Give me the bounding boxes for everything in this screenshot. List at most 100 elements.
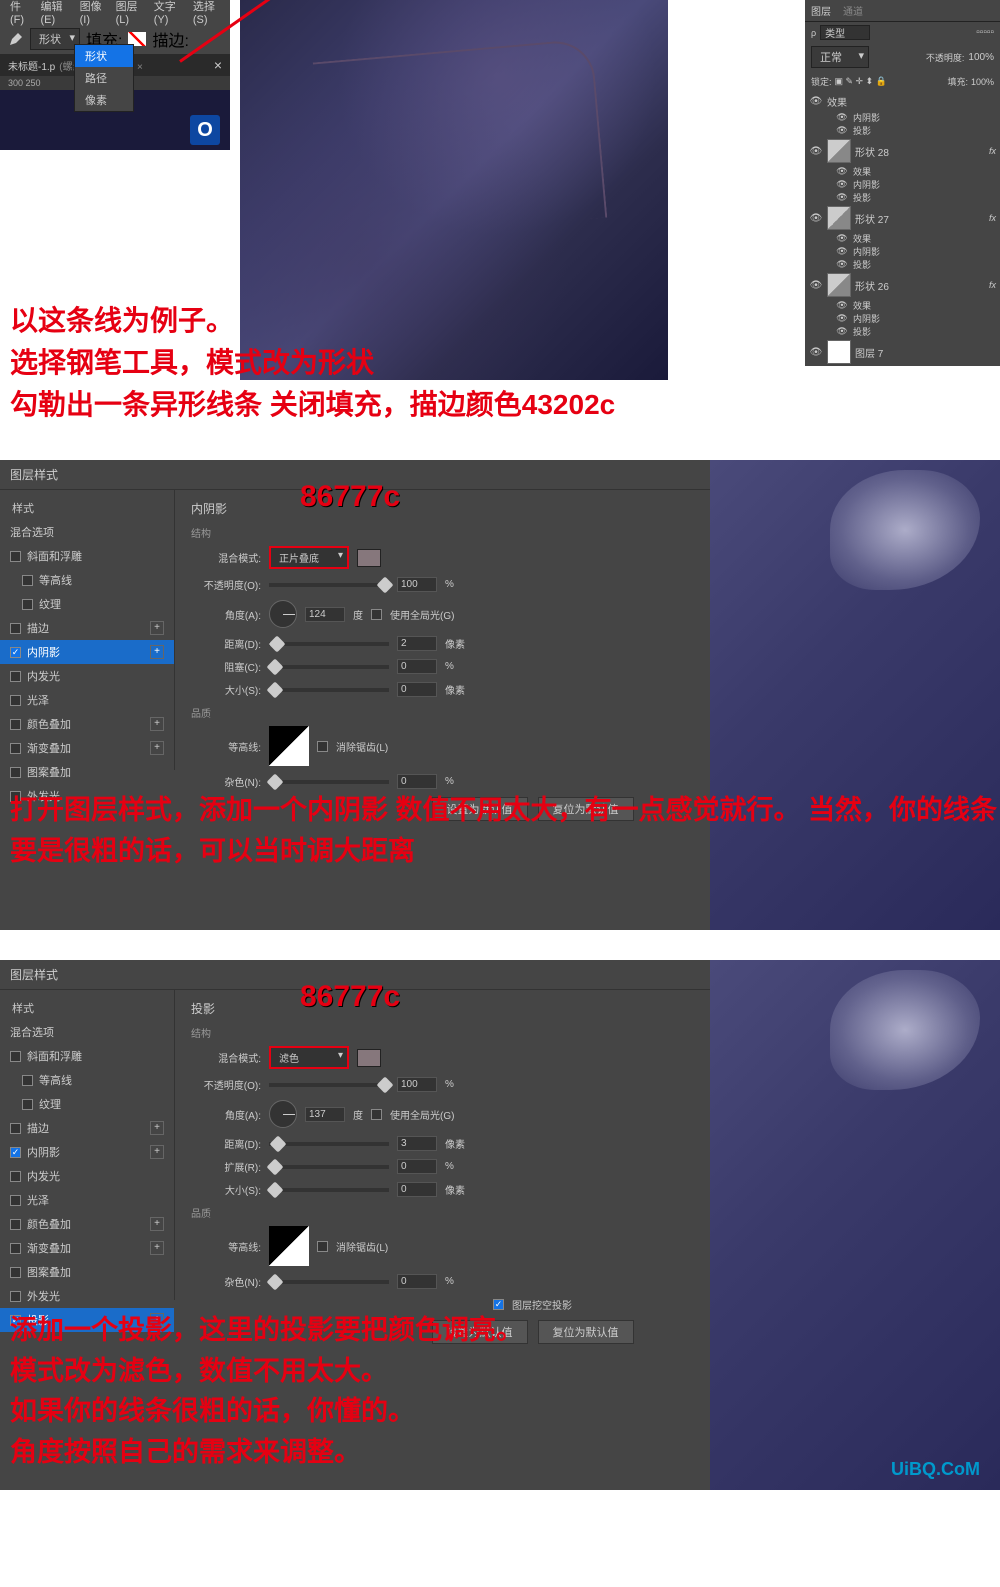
checkbox[interactable] (10, 1195, 21, 1206)
global-light-checkbox[interactable] (371, 1109, 382, 1120)
distance-slider[interactable] (269, 1142, 389, 1146)
style-texture[interactable]: 纹理 (0, 1092, 174, 1116)
menu-image[interactable]: 图像(I) (74, 0, 110, 26)
style-texture[interactable]: 纹理 (0, 592, 174, 616)
checkbox[interactable] (10, 671, 21, 682)
checkbox[interactable] (22, 1075, 33, 1086)
add-icon[interactable]: + (150, 1217, 164, 1231)
checkbox[interactable] (10, 1051, 21, 1062)
checkbox[interactable] (10, 1291, 21, 1302)
blend-mode-dropdown[interactable]: 正常 (811, 46, 869, 68)
choke-slider[interactable] (269, 665, 389, 669)
knockout-checkbox[interactable] (493, 1299, 504, 1310)
style-pattern-overlay[interactable]: 图案叠加 (0, 1260, 174, 1284)
style-inner-glow[interactable]: 内发光 (0, 1164, 174, 1188)
menu-edit[interactable]: 编辑(E) (35, 0, 74, 26)
effect-drop-shadow[interactable]: 👁投影 (805, 191, 1000, 204)
tab-close-icon[interactable]: × (214, 57, 222, 73)
effect-drop-shadow[interactable]: 👁投影 (805, 124, 1000, 137)
fx-badge[interactable]: fx (989, 280, 996, 290)
layer-effects-group[interactable]: 👁效果 (805, 92, 1000, 111)
color-swatch[interactable] (357, 1049, 381, 1067)
effect-drop-shadow[interactable]: 👁投影 (805, 325, 1000, 338)
reset-default-button[interactable]: 复位为默认值 (538, 1320, 634, 1344)
style-inner-glow[interactable]: 内发光 (0, 664, 174, 688)
menu-file[interactable]: 件(F) (4, 0, 35, 26)
layer-filter[interactable] (820, 25, 870, 40)
layer-shape-26[interactable]: 👁形状 26fx (805, 271, 1000, 299)
visibility-icon[interactable]: 👁 (809, 280, 823, 291)
style-color-overlay[interactable]: 颜色叠加+ (0, 1212, 174, 1236)
style-bevel[interactable]: 斜面和浮雕 (0, 1044, 174, 1068)
checkbox[interactable] (10, 719, 21, 730)
add-icon[interactable]: + (150, 1241, 164, 1255)
contour-picker[interactable] (269, 1226, 309, 1266)
checkbox[interactable] (22, 599, 33, 610)
visibility-icon[interactable]: 👁 (809, 146, 823, 157)
size-input[interactable] (397, 1182, 437, 1197)
choke-input[interactable] (397, 659, 437, 674)
add-icon[interactable]: + (150, 1121, 164, 1135)
effect-label[interactable]: 👁效果 (805, 232, 1000, 245)
style-inner-shadow[interactable]: 内阴影+ (0, 1140, 174, 1164)
checkbox[interactable] (10, 767, 21, 778)
distance-input[interactable] (397, 1136, 437, 1151)
tool-mode-dropdown[interactable]: 形状 (30, 28, 80, 50)
layer-shape-27[interactable]: 👁形状 27fx (805, 204, 1000, 232)
checkbox[interactable] (10, 743, 21, 754)
checkbox[interactable] (10, 1267, 21, 1278)
mode-path[interactable]: 路径 (75, 67, 133, 89)
effect-inner-shadow[interactable]: 👁内阴影 (805, 178, 1000, 191)
style-gradient-overlay[interactable]: 渐变叠加+ (0, 1236, 174, 1260)
style-gradient-overlay[interactable]: 渐变叠加+ (0, 736, 174, 760)
opacity-value[interactable]: 100% (968, 52, 994, 63)
antialias-checkbox[interactable] (317, 741, 328, 752)
color-swatch[interactable] (357, 549, 381, 567)
antialias-checkbox[interactable] (317, 1241, 328, 1252)
menu-layer[interactable]: 图层(L) (110, 0, 148, 26)
effect-drop-shadow[interactable]: 👁投影 (805, 258, 1000, 271)
style-contour[interactable]: 等高线 (0, 1068, 174, 1092)
style-contour[interactable]: 等高线 (0, 568, 174, 592)
angle-input[interactable] (305, 1107, 345, 1122)
checkbox[interactable] (10, 695, 21, 706)
size-input[interactable] (397, 682, 437, 697)
checkbox[interactable] (22, 1099, 33, 1110)
menu-type[interactable]: 文字(Y) (148, 0, 187, 26)
spread-input[interactable] (397, 1159, 437, 1174)
checkbox[interactable] (22, 575, 33, 586)
layers-tab[interactable]: 图层 (811, 3, 831, 18)
effect-inner-shadow[interactable]: 👁内阴影 (805, 111, 1000, 124)
blending-options[interactable]: 混合选项 (0, 1020, 174, 1044)
add-icon[interactable]: + (150, 741, 164, 755)
effect-label[interactable]: 👁效果 (805, 299, 1000, 312)
checkbox[interactable] (10, 551, 21, 562)
style-outer-glow[interactable]: 外发光 (0, 1284, 174, 1308)
global-light-checkbox[interactable] (371, 609, 382, 620)
lock-icons[interactable]: ▣ ✎ ✛ ⬍ 🔒 (835, 76, 887, 87)
angle-input[interactable] (305, 607, 345, 622)
checkbox[interactable] (10, 1171, 21, 1182)
visibility-icon[interactable]: 👁 (809, 347, 823, 358)
layer-7[interactable]: 👁图层 7 (805, 338, 1000, 366)
noise-slider[interactable] (269, 780, 389, 784)
style-bevel[interactable]: 斜面和浮雕 (0, 544, 174, 568)
effect-label[interactable]: 👁效果 (805, 165, 1000, 178)
effect-inner-shadow[interactable]: 👁内阴影 (805, 245, 1000, 258)
opacity-slider[interactable] (269, 583, 389, 587)
visibility-icon[interactable]: 👁 (809, 213, 823, 224)
opacity-input[interactable] (397, 577, 437, 592)
style-satin[interactable]: 光泽 (0, 688, 174, 712)
checkbox[interactable] (10, 1219, 21, 1230)
spread-slider[interactable] (269, 1165, 389, 1169)
add-icon[interactable]: + (150, 645, 164, 659)
angle-dial[interactable] (269, 1100, 297, 1128)
checkbox[interactable] (10, 623, 21, 634)
checkbox[interactable] (10, 1123, 21, 1134)
add-icon[interactable]: + (150, 621, 164, 635)
style-stroke[interactable]: 描边+ (0, 616, 174, 640)
noise-input[interactable] (397, 774, 437, 789)
size-slider[interactable] (269, 1188, 389, 1192)
add-icon[interactable]: + (150, 1145, 164, 1159)
opacity-slider[interactable] (269, 1083, 389, 1087)
